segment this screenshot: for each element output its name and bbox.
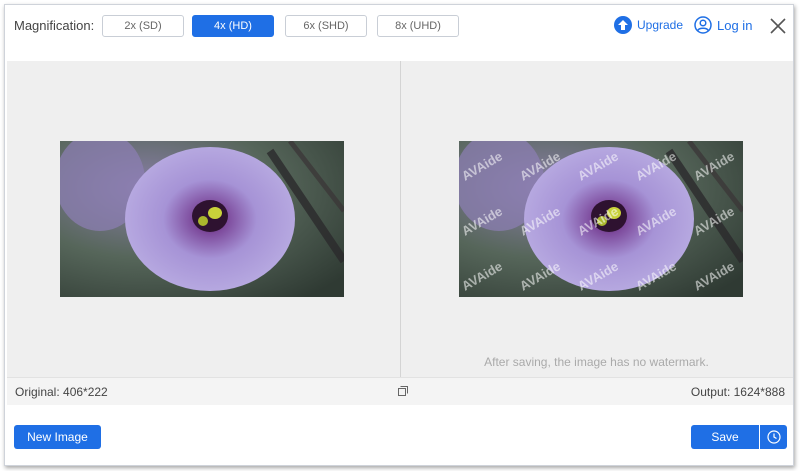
magnification-4x-button[interactable]: 4x (HD) (192, 15, 274, 37)
original-image (60, 141, 344, 297)
user-icon (694, 16, 712, 34)
compare-icon[interactable] (397, 385, 409, 397)
output-size-text: Output: 1624*888 (690, 385, 785, 399)
save-button[interactable]: Save (691, 425, 759, 449)
magnification-8x-button[interactable]: 8x (UHD) (377, 15, 459, 37)
login-link[interactable]: Log in (694, 16, 752, 34)
output-image: AVAide AVAide AVAide AVAide AVAide AVAid… (459, 141, 743, 297)
magnification-2x-button[interactable]: 2x (SD) (102, 15, 184, 37)
upgrade-icon (614, 16, 632, 34)
close-icon[interactable] (769, 17, 787, 35)
toolbar: Magnification: 2x (SD) 4x (HD) 6x (SHD) … (5, 5, 793, 61)
upgrade-link[interactable]: Upgrade (614, 16, 683, 34)
app-window: Magnification: 2x (SD) 4x (HD) 6x (SHD) … (4, 4, 794, 466)
magnification-label: Magnification: (14, 18, 95, 33)
original-size-text: Original: 406*222 (15, 385, 108, 399)
preview-divider (400, 61, 401, 377)
magnification-6x-button[interactable]: 6x (SHD) (285, 15, 367, 37)
clock-icon (766, 430, 781, 444)
login-label: Log in (717, 17, 753, 33)
size-info-bar: Original: 406*222 Output: 1624*888 (7, 377, 793, 405)
history-button[interactable] (760, 425, 787, 449)
watermark-note: After saving, the image has no watermark… (484, 355, 709, 369)
upgrade-label: Upgrade (637, 18, 684, 32)
preview-area: AVAide AVAide AVAide AVAide AVAide AVAid… (7, 61, 793, 377)
new-image-button[interactable]: New Image (14, 425, 101, 449)
